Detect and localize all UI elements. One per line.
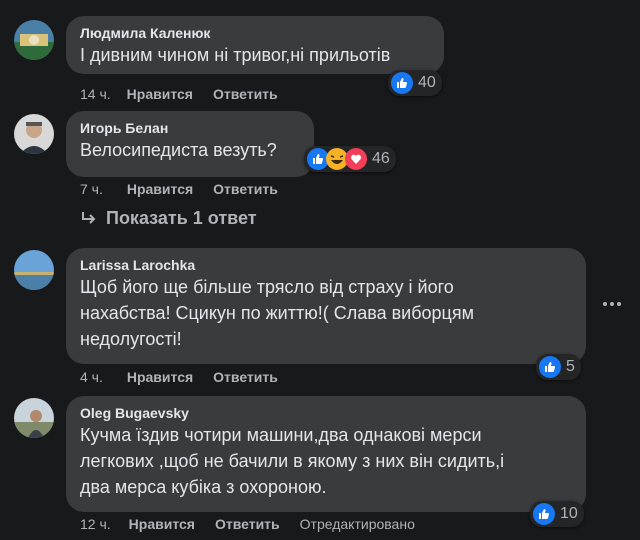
- like-reaction-icon: [533, 503, 555, 525]
- love-reaction-icon: [345, 148, 367, 170]
- comment-text-line: недолугості!: [80, 329, 182, 349]
- reply-button[interactable]: Ответить: [213, 368, 278, 386]
- like-button[interactable]: Нравится: [127, 85, 193, 103]
- comment-author[interactable]: Людмила Каленюк: [80, 24, 432, 42]
- edited-label[interactable]: Отредактировано: [300, 515, 415, 533]
- comment-text-line: Кучма їздив чотири машини,два однакові м…: [80, 425, 482, 445]
- comment-text-line: нахабства! Сцикун по життю!( Слава вибор…: [80, 303, 474, 323]
- comment-bubble: Людмила Каленюк І дивним чином ні тривог…: [66, 16, 444, 74]
- reaction-count: 46: [372, 150, 390, 167]
- comment-time[interactable]: 4 ч.: [80, 368, 103, 386]
- like-reaction-icon: [391, 72, 413, 94]
- comment-bubble: Oleg Bugaevsky Кучма їздив чотири машини…: [66, 396, 586, 512]
- comment-actions: 4 ч. Нравится Ответить: [80, 368, 278, 386]
- reaction-count: 10: [560, 505, 578, 522]
- avatar[interactable]: [14, 250, 54, 290]
- avatar[interactable]: [14, 20, 54, 60]
- like-button[interactable]: Нравится: [129, 515, 195, 533]
- comment-time[interactable]: 7 ч.: [80, 180, 103, 198]
- like-button[interactable]: Нравится: [127, 368, 193, 386]
- comment-author[interactable]: Игорь Белан: [80, 119, 302, 137]
- avatar[interactable]: [14, 398, 54, 438]
- reply-arrow-icon: [82, 211, 96, 224]
- comment-text-line: два мерса кубіка з охороною.: [80, 477, 327, 497]
- comment-bubble: Larissa Larochka Щоб його ще більше тряс…: [66, 248, 586, 364]
- reaction-count: 40: [418, 74, 436, 91]
- comment-text-line: легкових ,щоб не бачили в якому з них ві…: [80, 451, 505, 471]
- reply-button[interactable]: Ответить: [215, 515, 280, 533]
- more-options-icon[interactable]: [600, 292, 624, 316]
- comment-author[interactable]: Larissa Larochka: [80, 256, 574, 274]
- reaction-summary[interactable]: 10: [530, 501, 584, 527]
- show-replies-label[interactable]: Показать 1 ответ: [106, 208, 257, 229]
- comment-bubble: Игорь Белан Велосипедиста везуть?: [66, 111, 314, 177]
- reply-button[interactable]: Ответить: [213, 180, 278, 198]
- reaction-count: 5: [566, 358, 575, 375]
- comment-text: Велосипедиста везуть?: [80, 140, 277, 160]
- comment-text: І дивним чином ні тривог,ні прильотів: [80, 45, 391, 65]
- like-reaction-icon: [539, 356, 561, 378]
- comment-author[interactable]: Oleg Bugaevsky: [80, 404, 574, 422]
- comment-text-line: Щоб його ще більше трясло від страху і й…: [80, 277, 454, 297]
- reaction-summary[interactable]: 46: [304, 146, 396, 172]
- avatar[interactable]: [14, 114, 54, 154]
- comment-time[interactable]: 14 ч.: [80, 85, 111, 103]
- comment-actions: 7 ч. Нравится Ответить: [80, 180, 278, 198]
- comment-actions: 12 ч. Нравится Ответить Отредактировано: [80, 515, 415, 533]
- reaction-summary[interactable]: 40: [388, 70, 442, 96]
- show-replies-link[interactable]: Показать 1 ответ: [80, 208, 257, 229]
- comment-time[interactable]: 12 ч.: [80, 515, 111, 533]
- reply-button[interactable]: Ответить: [213, 85, 278, 103]
- comment-actions: 14 ч. Нравится Ответить: [80, 85, 278, 103]
- like-button[interactable]: Нравится: [127, 180, 193, 198]
- reaction-summary[interactable]: 5: [536, 354, 581, 380]
